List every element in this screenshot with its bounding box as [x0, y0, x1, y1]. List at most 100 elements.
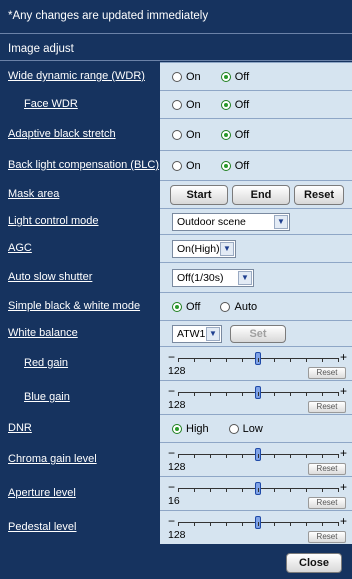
slider-tick [338, 391, 339, 396]
wdr-off-radio[interactable] [220, 71, 231, 82]
slider-tick [322, 453, 323, 458]
agc-select[interactable]: On(High) ▼ [172, 239, 236, 258]
white-balance-select[interactable]: ATW1 ▼ [172, 324, 222, 343]
slider-tick [226, 453, 227, 458]
white-balance-label[interactable]: White balance [8, 327, 78, 339]
blue-gain-slider[interactable]: − + 128 Reset [166, 383, 348, 413]
face-wdr-off-option[interactable]: Off [220, 99, 249, 111]
chroma-gain-reset-button[interactable]: Reset [308, 462, 346, 475]
red-gain-reset-button[interactable]: Reset [308, 366, 346, 379]
minus-icon[interactable]: − [168, 515, 176, 528]
bw-off-option[interactable]: Off [172, 301, 200, 313]
minus-icon[interactable]: − [168, 481, 176, 494]
face-wdr-on-option[interactable]: On [172, 99, 201, 111]
face-wdr-off-radio[interactable] [220, 99, 231, 110]
bw-auto-option[interactable]: Auto [220, 301, 257, 313]
slider-tick [210, 391, 211, 396]
bw-off-radio[interactable] [172, 301, 182, 312]
bw-mode-label[interactable]: Simple black & white mode [8, 300, 140, 312]
slider-tick [290, 357, 291, 362]
slider-tick [290, 487, 291, 492]
slider-tick [274, 521, 275, 526]
slider-tick [274, 391, 275, 396]
dnr-high-option[interactable]: High [172, 423, 209, 435]
mask-start-button[interactable]: Start [170, 184, 228, 205]
abs-on-radio[interactable] [172, 129, 182, 140]
plus-icon[interactable]: + [340, 447, 348, 460]
slider-tick [194, 487, 195, 492]
slider-tick [178, 521, 179, 526]
chroma-gain-slider[interactable]: − + 128 Reset [166, 445, 348, 475]
mask-area-label[interactable]: Mask area [8, 188, 59, 200]
slider-tick [194, 391, 195, 396]
wdr-on-radio[interactable] [172, 71, 182, 82]
plus-icon[interactable]: + [340, 481, 348, 494]
chroma-gain-label[interactable]: Chroma gain level [8, 453, 97, 465]
bw-auto-radio[interactable] [220, 301, 231, 312]
dnr-high-radio[interactable] [172, 423, 182, 434]
minus-icon[interactable]: − [168, 385, 176, 398]
plus-icon[interactable]: + [340, 515, 348, 528]
wdr-label[interactable]: Wide dynamic range (WDR) [8, 70, 145, 82]
light-control-row: Light control mode Outdoor scene ▼ [0, 208, 352, 234]
pedestal-level-slider[interactable]: − + 128 Reset [166, 513, 348, 543]
pedestal-level-label[interactable]: Pedestal level [8, 521, 77, 533]
wdr-on-option[interactable]: On [172, 71, 201, 83]
mask-end-button[interactable]: End [232, 184, 290, 205]
light-control-select[interactable]: Outdoor scene ▼ [172, 212, 290, 231]
blc-row: Back light compensation (BLC) On Off [0, 150, 352, 180]
minus-icon[interactable]: − [168, 447, 176, 460]
pedestal-level-reset-button[interactable]: Reset [308, 530, 346, 543]
blc-label[interactable]: Back light compensation (BLC) [8, 159, 159, 171]
blc-on-radio[interactable] [172, 160, 182, 171]
face-wdr-on-radio[interactable] [172, 99, 182, 110]
red-gain-slider[interactable]: − + 128 Reset [166, 349, 348, 379]
slider-tick [178, 453, 179, 458]
dnr-low-option[interactable]: Low [228, 423, 263, 435]
blue-gain-label[interactable]: Blue gain [24, 391, 70, 403]
slider-tick [242, 357, 243, 362]
slider-tick [226, 357, 227, 362]
white-balance-set-button[interactable]: Set [230, 324, 286, 343]
dnr-label[interactable]: DNR [8, 422, 32, 434]
auto-slow-shutter-row: Auto slow shutter Off(1/30s) ▼ [0, 262, 352, 292]
aperture-level-slider[interactable]: − + 16 Reset [166, 479, 348, 509]
blc-off-option[interactable]: Off [220, 160, 249, 172]
aperture-level-label[interactable]: Aperture level [8, 487, 76, 499]
slider-tick [258, 391, 259, 396]
mask-area-row: Mask area Start End Reset [0, 180, 352, 208]
slider-tick [274, 357, 275, 362]
slider-tick [194, 453, 195, 458]
blc-off-radio[interactable] [220, 160, 231, 171]
plus-icon[interactable]: + [340, 351, 348, 364]
wdr-off-option[interactable]: Off [220, 71, 249, 83]
blc-on-option[interactable]: On [172, 160, 201, 172]
slider-tick [338, 453, 339, 458]
abs-on-option[interactable]: On [172, 129, 201, 141]
light-control-label[interactable]: Light control mode [8, 215, 99, 227]
face-wdr-label[interactable]: Face WDR [24, 98, 78, 110]
plus-icon[interactable]: + [340, 385, 348, 398]
blue-gain-reset-button[interactable]: Reset [308, 400, 346, 413]
agc-row: AGC On(High) ▼ [0, 234, 352, 262]
slider-tick [258, 357, 259, 362]
abs-off-option[interactable]: Off [220, 129, 249, 141]
abs-label[interactable]: Adaptive black stretch [8, 128, 116, 140]
close-button[interactable]: Close [286, 553, 342, 573]
aperture-level-reset-button[interactable]: Reset [308, 496, 346, 509]
slider-tick [306, 391, 307, 396]
mask-reset-button[interactable]: Reset [294, 184, 344, 205]
red-gain-label[interactable]: Red gain [24, 357, 68, 369]
auto-slow-shutter-select[interactable]: Off(1/30s) ▼ [172, 268, 254, 287]
slider-tick [194, 357, 195, 362]
abs-off-radio[interactable] [220, 129, 231, 140]
auto-slow-shutter-label[interactable]: Auto slow shutter [8, 271, 92, 283]
abs-row: Adaptive black stretch On Off [0, 118, 352, 150]
dnr-low-radio[interactable] [228, 423, 239, 434]
chevron-down-icon: ▼ [274, 214, 288, 229]
minus-icon[interactable]: − [168, 351, 176, 364]
agc-label[interactable]: AGC [8, 242, 32, 254]
slider-tick [210, 487, 211, 492]
slider-tick [306, 453, 307, 458]
slider-tick [242, 453, 243, 458]
